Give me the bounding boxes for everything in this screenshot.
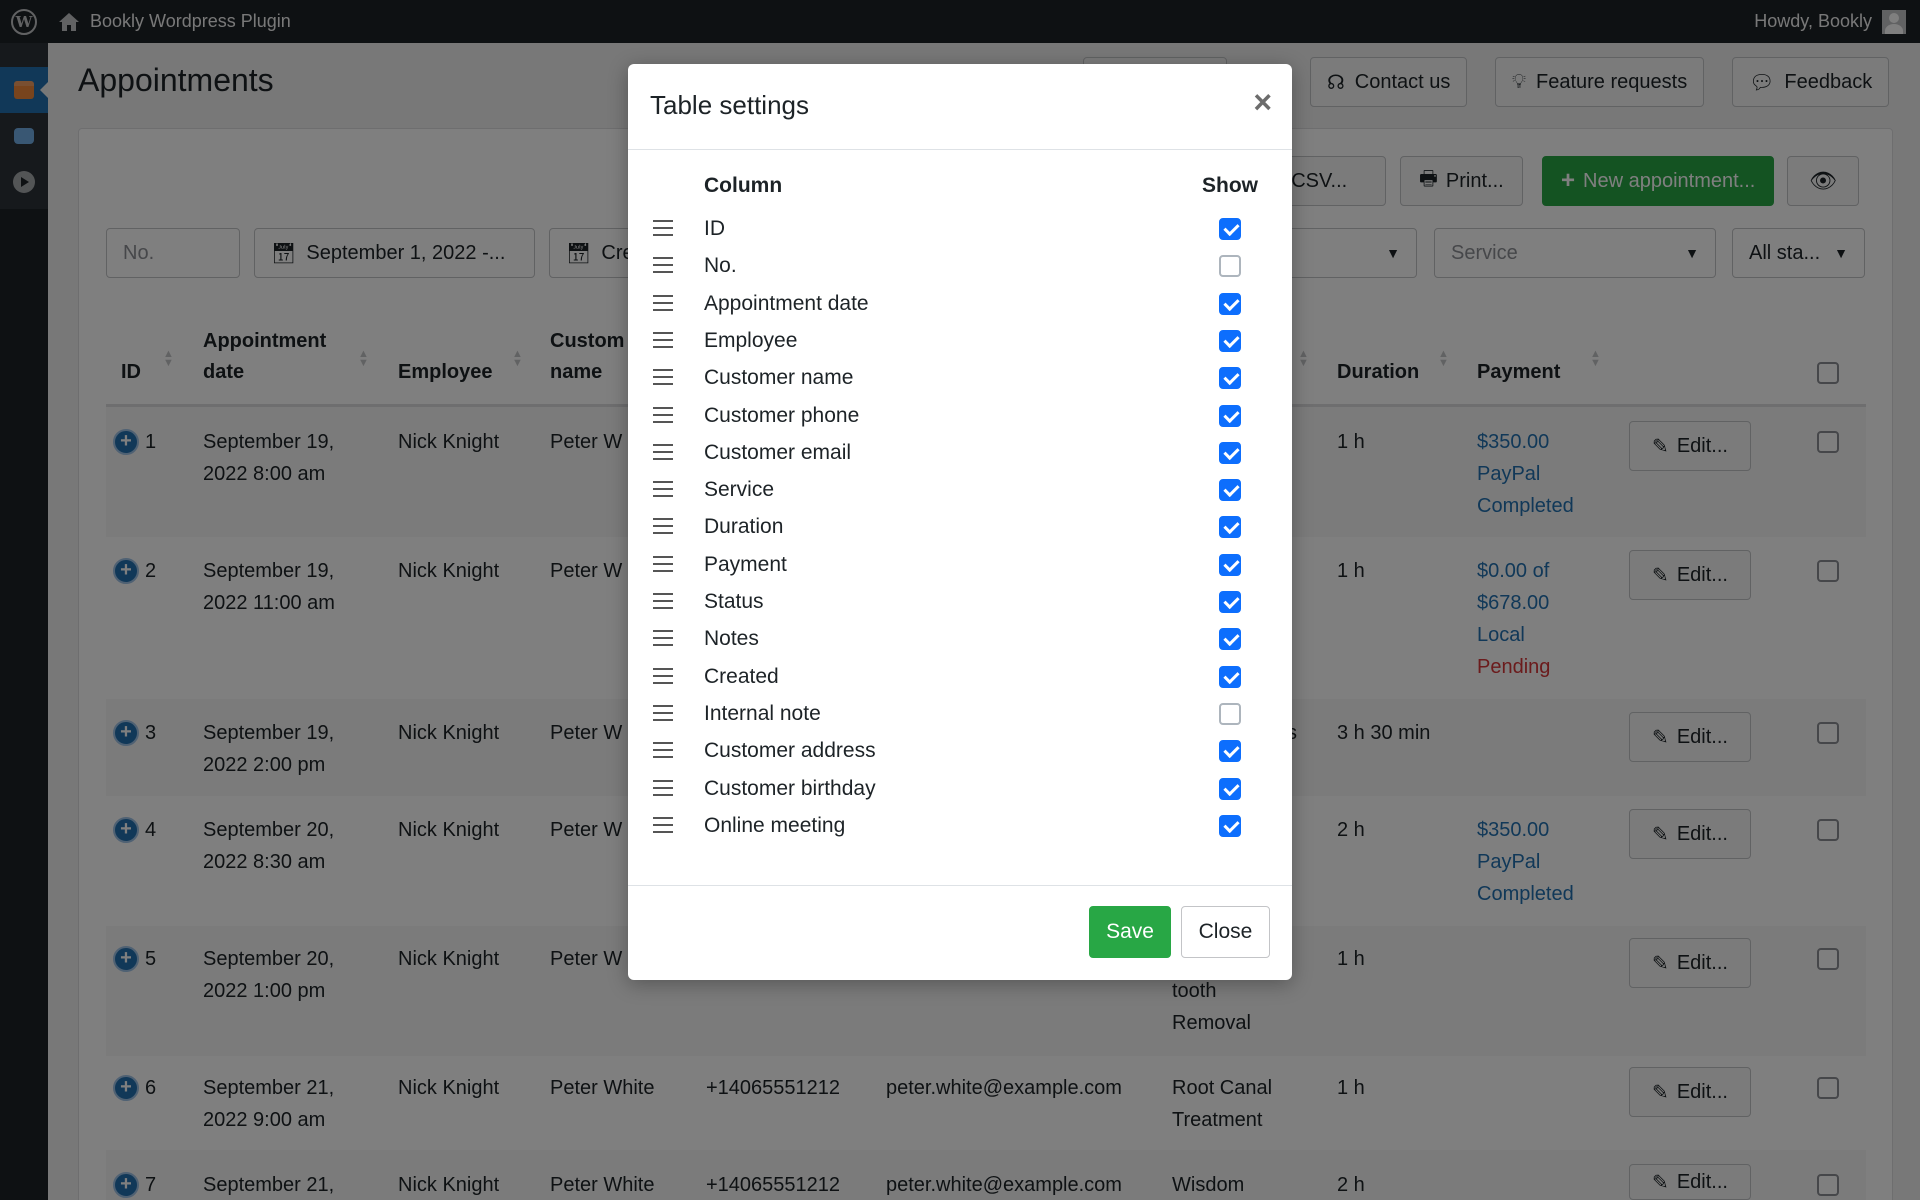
drag-handle-icon[interactable]: [653, 593, 673, 609]
show-column-checkbox[interactable]: [1219, 591, 1241, 613]
show-column-checkbox[interactable]: [1219, 367, 1241, 389]
close-icon[interactable]: ×: [1253, 86, 1272, 118]
column-setting-row: Service: [628, 472, 1292, 509]
column-setting-row: Customer birthday: [628, 771, 1292, 808]
show-column-checkbox[interactable]: [1219, 479, 1241, 501]
column-setting-label: ID: [704, 214, 725, 244]
drag-handle-icon[interactable]: [653, 220, 673, 236]
column-setting-label: Customer name: [704, 363, 853, 393]
column-setting-row: Internal note: [628, 696, 1292, 733]
drag-handle-icon[interactable]: [653, 444, 673, 460]
column-setting-row: Status: [628, 584, 1292, 621]
table-settings-modal: Table settings × Column Show ID No. Appoin…: [628, 64, 1292, 980]
drag-handle-icon[interactable]: [653, 257, 673, 273]
column-setting-label: Internal note: [704, 699, 821, 729]
show-column-checkbox[interactable]: [1219, 218, 1241, 240]
column-setting-label: Service: [704, 475, 774, 505]
column-setting-label: Employee: [704, 326, 797, 356]
show-column-checkbox[interactable]: [1219, 293, 1241, 315]
column-setting-row: Appointment date: [628, 286, 1292, 323]
show-column-checkbox[interactable]: [1219, 330, 1241, 352]
modal-header: Table settings ×: [628, 64, 1292, 150]
drag-handle-icon[interactable]: [653, 668, 673, 684]
column-setting-label: No.: [704, 251, 737, 281]
column-setting-label: Customer phone: [704, 401, 859, 431]
drag-handle-icon[interactable]: [653, 705, 673, 721]
drag-handle-icon[interactable]: [653, 407, 673, 423]
show-column-checkbox[interactable]: [1219, 778, 1241, 800]
column-setting-row: Online meeting: [628, 808, 1292, 845]
show-column-checkbox[interactable]: [1219, 666, 1241, 688]
drag-handle-icon[interactable]: [653, 332, 673, 348]
show-column-checkbox[interactable]: [1219, 815, 1241, 837]
column-setting-row: Notes: [628, 621, 1292, 658]
column-setting-label: Duration: [704, 512, 783, 542]
close-button[interactable]: Close: [1181, 906, 1270, 958]
column-setting-row: Customer phone: [628, 398, 1292, 435]
column-setting-row: Customer address: [628, 733, 1292, 770]
drag-handle-icon[interactable]: [653, 369, 673, 385]
drag-handle-icon[interactable]: [653, 481, 673, 497]
column-setting-label: Status: [704, 587, 764, 617]
column-header-label: Column: [704, 174, 782, 198]
column-setting-label: Customer address: [704, 736, 876, 766]
column-setting-label: Online meeting: [704, 811, 845, 841]
drag-handle-icon[interactable]: [653, 518, 673, 534]
show-header-label: Show: [1202, 174, 1258, 198]
show-column-checkbox[interactable]: [1219, 740, 1241, 762]
drag-handle-icon[interactable]: [653, 295, 673, 311]
column-setting-row: Customer name: [628, 360, 1292, 397]
column-setting-label: Customer birthday: [704, 774, 876, 804]
column-setting-row: Duration: [628, 509, 1292, 546]
column-setting-row: No.: [628, 248, 1292, 285]
show-column-checkbox[interactable]: [1219, 516, 1241, 538]
show-column-checkbox[interactable]: [1219, 405, 1241, 427]
save-button[interactable]: Save: [1089, 906, 1171, 958]
show-column-checkbox[interactable]: [1219, 628, 1241, 650]
show-column-checkbox[interactable]: [1219, 703, 1241, 725]
show-column-checkbox[interactable]: [1219, 442, 1241, 464]
drag-handle-icon[interactable]: [653, 556, 673, 572]
show-column-checkbox[interactable]: [1219, 554, 1241, 576]
column-setting-row: Payment: [628, 547, 1292, 584]
column-setting-row: Created: [628, 659, 1292, 696]
modal-title: Table settings: [650, 90, 809, 121]
column-setting-label: Appointment date: [704, 289, 869, 319]
drag-handle-icon[interactable]: [653, 742, 673, 758]
modal-footer: Save Close: [628, 885, 1292, 980]
drag-handle-icon[interactable]: [653, 780, 673, 796]
column-setting-label: Customer email: [704, 438, 851, 468]
column-setting-label: Notes: [704, 624, 759, 654]
column-setting-row: Customer email: [628, 435, 1292, 472]
show-column-checkbox[interactable]: [1219, 255, 1241, 277]
drag-handle-icon[interactable]: [653, 817, 673, 833]
column-setting-row: ID: [628, 211, 1292, 248]
column-setting-label: Created: [704, 662, 779, 692]
column-setting-row: Employee: [628, 323, 1292, 360]
column-setting-label: Payment: [704, 550, 787, 580]
drag-handle-icon[interactable]: [653, 630, 673, 646]
